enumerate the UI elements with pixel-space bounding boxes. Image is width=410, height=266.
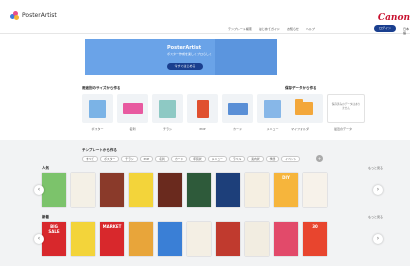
category-chip[interactable]: 季節	[265, 156, 280, 162]
banner-subtitle: ポスター作成を楽しくプロらしく	[167, 52, 213, 56]
template-thumb[interactable]	[129, 222, 153, 256]
size-card-labels: ポスター 名刺 チラシ POP カード メニュー	[82, 127, 288, 131]
template-thumb[interactable]	[245, 222, 269, 256]
business-card-icon	[122, 103, 143, 114]
category-chip[interactable]: すべて	[82, 156, 99, 162]
size-card-poster[interactable]	[82, 94, 113, 123]
login-button[interactable]: ログイン	[374, 25, 396, 32]
template-thumb[interactable]	[158, 222, 182, 256]
poster-artist-home: PosterArtist テンプレート検索 はじめてガイド お知らせ ヘルプ C…	[0, 0, 410, 266]
template-thumb[interactable]	[158, 173, 182, 207]
top-header: PosterArtist テンプレート検索 はじめてガイド お知らせ ヘルプ C…	[0, 0, 410, 35]
template-thumb[interactable]	[216, 173, 240, 207]
template-row-popular: DIY	[42, 173, 327, 207]
size-cards	[82, 94, 288, 123]
template-thumb[interactable]	[303, 173, 327, 207]
header-nav: テンプレート検索 はじめてガイド お知らせ ヘルプ	[228, 27, 315, 31]
banner-title: PosterArtist	[167, 45, 202, 51]
category-chips: すべて ポスター チラシ POP 名刺 カード 年賀状 メニュー ラベル 案内状…	[82, 156, 301, 162]
size-card-label: ポスター	[91, 127, 104, 131]
logo-icon	[10, 11, 19, 20]
nav-item[interactable]: テンプレート検索	[228, 27, 252, 31]
template-thumb[interactable]: MARKET	[100, 222, 124, 256]
size-section-title: 用途別のサイズから作る	[82, 86, 121, 90]
template-thumb[interactable]	[71, 173, 95, 207]
template-thumb[interactable]	[187, 222, 211, 256]
pop-icon	[196, 99, 209, 118]
template-thumb[interactable]: 30	[303, 222, 327, 256]
row-label-popular: 人気	[42, 166, 49, 170]
template-thumb[interactable]	[187, 173, 211, 207]
category-chip[interactable]: POP	[139, 156, 154, 162]
size-card-label: POP	[199, 127, 206, 131]
see-more-link[interactable]: もっと見る	[368, 166, 383, 170]
banner-cta-button[interactable]: 今すぐはじめる	[167, 63, 203, 70]
brand-logo: Canon	[377, 13, 410, 23]
category-chip[interactable]: 名刺	[155, 156, 169, 162]
card-icon	[227, 102, 248, 115]
folder-icon	[295, 99, 313, 115]
template-thumb[interactable]: BIG SALE	[42, 222, 66, 256]
template-thumb[interactable]: DIY	[274, 173, 298, 207]
size-card-menu[interactable]	[257, 94, 288, 123]
nav-item[interactable]: お知らせ	[287, 27, 299, 31]
size-card-card[interactable]	[222, 94, 253, 123]
logo[interactable]: PosterArtist	[10, 11, 57, 20]
flyer-icon	[159, 99, 176, 118]
recent-data-label: 最近のデータ	[334, 127, 353, 131]
category-chip[interactable]: イベント	[281, 156, 301, 162]
nav-item[interactable]: はじめてガイド	[259, 27, 280, 31]
size-card-pop[interactable]	[187, 94, 218, 123]
poster-icon	[89, 99, 106, 118]
category-chip[interactable]: メニュー	[207, 156, 227, 162]
category-chip[interactable]: カード	[170, 156, 188, 162]
saved-section-title: 保存データから作る	[285, 86, 317, 90]
chevron-left-icon[interactable]: ‹	[34, 234, 44, 244]
category-chip[interactable]: チラシ	[121, 156, 138, 162]
template-thumb[interactable]	[42, 173, 66, 207]
template-thumb[interactable]	[216, 222, 240, 256]
category-chip[interactable]: ポスター	[100, 156, 120, 162]
template-thumb[interactable]	[129, 173, 153, 207]
more-categories-button[interactable]: +	[316, 155, 323, 162]
template-section-title: テンプレートから作る	[82, 148, 117, 152]
nav-item[interactable]: ヘルプ	[306, 27, 315, 31]
template-thumb[interactable]	[100, 173, 124, 207]
chevron-right-icon[interactable]: ›	[373, 185, 383, 195]
category-chip[interactable]: 案内状	[247, 156, 264, 162]
template-thumb[interactable]	[274, 222, 298, 256]
size-card-flyer[interactable]	[152, 94, 183, 123]
hero-banner[interactable]: PosterArtist ポスター作成を楽しくプロらしく 今すぐはじめる	[85, 39, 277, 75]
template-thumb[interactable]	[245, 173, 269, 207]
template-thumb[interactable]	[71, 222, 95, 256]
my-folder-card[interactable]	[285, 94, 323, 123]
menu-icon	[264, 99, 281, 118]
saved-empty-message: 保存済みのデータはありません	[327, 94, 365, 123]
language-selector[interactable]: 日本語	[403, 27, 410, 35]
size-card-label: 名刺	[129, 127, 136, 131]
size-card-label: チラシ	[163, 127, 172, 131]
logo-text: PosterArtist	[22, 12, 57, 19]
size-card-label: メニュー	[266, 127, 279, 131]
category-chip[interactable]: ラベル	[228, 156, 246, 162]
my-folder-label: マイフォルダ	[291, 127, 310, 131]
category-chip[interactable]: 年賀状	[189, 156, 206, 162]
chevron-left-icon[interactable]: ‹	[34, 185, 44, 195]
size-card-label: カード	[232, 127, 242, 131]
see-more-link[interactable]: もっと見る	[368, 215, 383, 219]
size-card-business-card[interactable]	[117, 94, 148, 123]
row-label-new: 新着	[42, 215, 49, 219]
template-row-new: BIG SALE MARKET 30	[42, 222, 327, 256]
chevron-right-icon[interactable]: ›	[373, 234, 383, 244]
